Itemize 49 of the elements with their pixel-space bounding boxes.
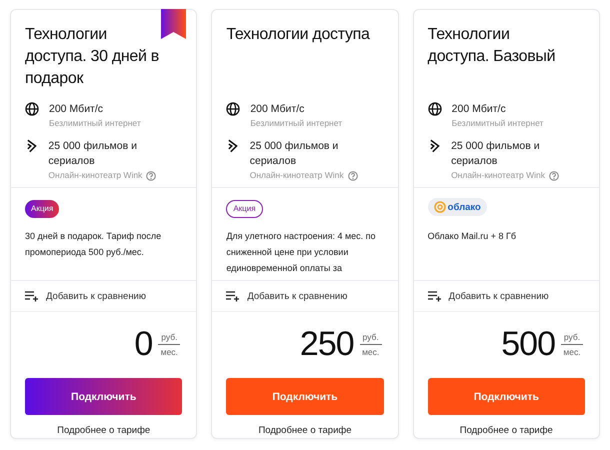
promo-text: Облако Mail.ru + 8 Гб — [428, 230, 518, 243]
compare-link[interactable]: Добавить к сравнению — [247, 290, 348, 302]
globe-icon — [25, 102, 39, 116]
promo-badge: Акция — [226, 200, 263, 218]
chevron-icon — [428, 139, 442, 153]
feature-note: Безлимитный интернет — [49, 117, 141, 130]
promo-text: Для улетного настроения: 4 мес. по сниженной цене при условии единовременной оплаты за — [226, 230, 377, 275]
chevron-icon — [226, 139, 240, 153]
price: 250 — [300, 325, 354, 363]
globe-icon — [226, 102, 240, 116]
details-link[interactable]: Подробнее о тарифе — [212, 425, 398, 436]
feature-note: Безлимитный интернет — [250, 117, 342, 130]
promo-badge: Акция — [25, 200, 60, 218]
price-unit: руб. — [564, 332, 580, 342]
price-period: мес. — [563, 346, 581, 356]
feature-note: Онлайн-кинотеатр Wink — [48, 169, 142, 182]
feature-note: Онлайн-кинотеатр Wink — [451, 169, 545, 182]
tariff-title: Технологии доступа. 30 дней в подарок — [25, 25, 160, 89]
price-unit: руб. — [161, 332, 178, 342]
price: 500 — [501, 325, 555, 363]
globe-icon — [428, 102, 442, 116]
help-icon[interactable] — [548, 170, 559, 180]
price-period: мес. — [160, 346, 178, 356]
feature-title: 200 Мбит/с — [250, 102, 306, 117]
compare-link[interactable]: Добавить к сравнению — [46, 290, 146, 302]
tariff-title: Технологии доступа — [226, 25, 371, 45]
chevron-icon — [25, 139, 38, 153]
feature-title: 25 000 фильмов и сериалов — [48, 139, 138, 169]
price: 0 — [134, 325, 152, 363]
details-link[interactable]: Подробнее о тарифе — [11, 425, 196, 436]
help-icon[interactable] — [348, 170, 358, 180]
add-to-list-icon — [226, 290, 240, 302]
tariff-title: Технологии доступа. Базовый — [428, 25, 556, 67]
feature-title: 200 Мбит/с — [49, 102, 104, 117]
promo-badge: облако — [428, 198, 487, 216]
compare-link[interactable]: Добавить к сравнению — [448, 290, 549, 302]
feature-note: Безлимитный интернет — [452, 117, 544, 130]
help-icon[interactable] — [146, 170, 156, 180]
feature-title: 25 000 фильмов и сериалов — [250, 139, 340, 169]
add-to-list-icon — [428, 290, 441, 302]
feature-note: Онлайн-кинотеатр Wink — [250, 169, 344, 182]
price-period: мес. — [362, 346, 380, 356]
price-unit: руб. — [362, 332, 379, 342]
connect-button[interactable]: Подключить — [25, 378, 182, 415]
add-to-list-icon — [25, 290, 38, 302]
feature-title: 200 Мбит/с — [452, 102, 507, 117]
promo-text: 30 дней в подарок. Тариф после промопериода 500 руб./мес. — [25, 230, 162, 259]
feature-title: 25 000 фильмов и сериалов — [451, 139, 541, 169]
details-link[interactable]: Подробнее о тарифе — [414, 425, 599, 436]
